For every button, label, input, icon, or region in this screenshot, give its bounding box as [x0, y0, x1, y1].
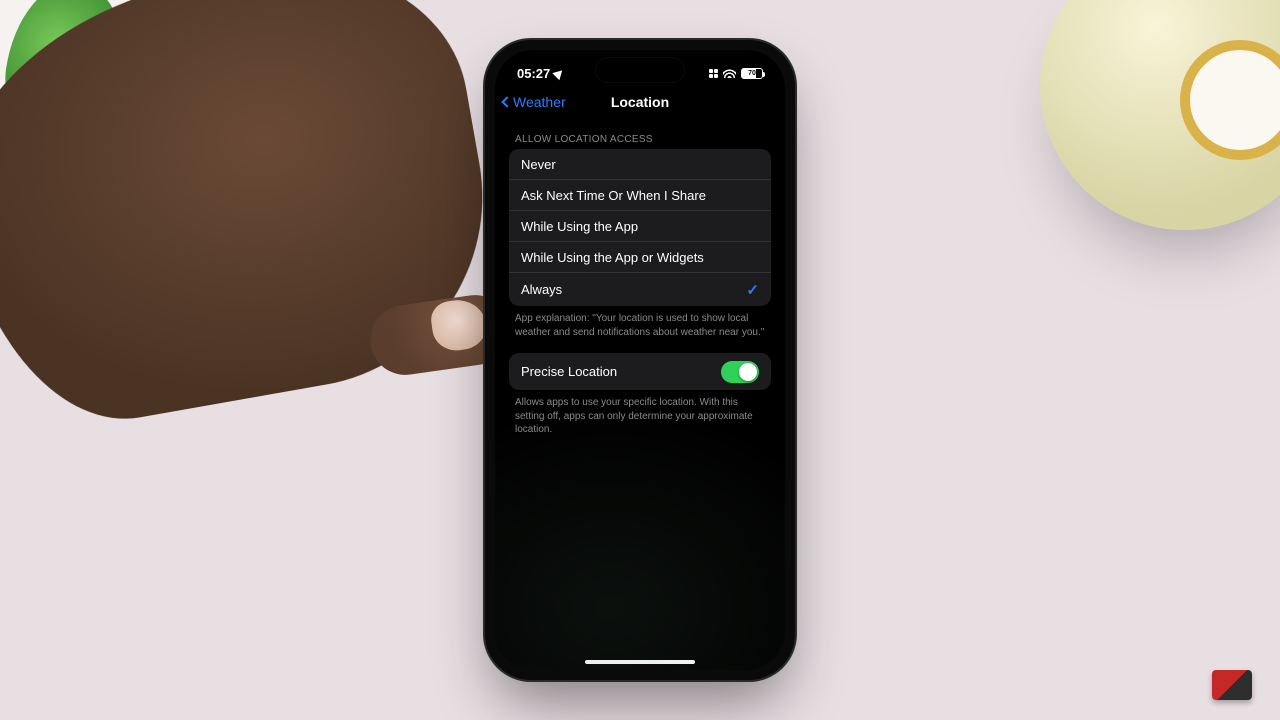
iphone-frame: 05:27 70 Weather Location ALLOW LOCATIO — [485, 40, 795, 680]
option-label: While Using the App — [521, 219, 638, 234]
option-label: Never — [521, 157, 556, 172]
section-header-allow-location: ALLOW LOCATION ACCESS — [515, 134, 765, 145]
option-label: Always — [521, 282, 562, 297]
settings-content: ALLOW LOCATION ACCESS Never Ask Next Tim… — [495, 118, 785, 437]
status-time: 05:27 — [517, 66, 550, 81]
desk-clock-prop — [1040, 0, 1280, 230]
option-label: While Using the App or Widgets — [521, 250, 704, 265]
battery-level: 70 — [748, 70, 756, 77]
clock-face — [1180, 40, 1280, 160]
battery-icon: 70 — [741, 68, 763, 79]
wifi-icon — [723, 68, 736, 78]
nav-bar: Weather Location — [495, 86, 785, 118]
precise-location-footer: Allows apps to use your specific locatio… — [515, 396, 765, 437]
iphone-screen: 05:27 70 Weather Location ALLOW LOCATIO — [495, 50, 785, 670]
precise-location-group: Precise Location — [509, 353, 771, 390]
page-title: Location — [611, 94, 669, 110]
option-while-using-app[interactable]: While Using the App — [509, 210, 771, 241]
option-never[interactable]: Never — [509, 149, 771, 179]
channel-badge — [1212, 670, 1252, 700]
cellular-icon — [709, 69, 718, 78]
home-indicator[interactable] — [585, 660, 695, 664]
precise-location-row[interactable]: Precise Location — [509, 353, 771, 390]
location-services-icon — [553, 66, 566, 79]
option-while-using-app-widgets[interactable]: While Using the App or Widgets — [509, 241, 771, 272]
option-label: Ask Next Time Or When I Share — [521, 188, 706, 203]
checkmark-icon: ✓ — [746, 281, 759, 299]
back-button[interactable]: Weather — [503, 86, 566, 118]
location-access-options: Never Ask Next Time Or When I Share Whil… — [509, 149, 771, 306]
option-always[interactable]: Always ✓ — [509, 272, 771, 306]
chevron-left-icon — [501, 96, 512, 107]
precise-location-label: Precise Location — [521, 364, 617, 379]
back-label: Weather — [513, 94, 566, 110]
hand-prop — [0, 0, 513, 442]
precise-location-toggle[interactable] — [721, 361, 759, 383]
dynamic-island — [596, 58, 684, 82]
option-ask-next-time[interactable]: Ask Next Time Or When I Share — [509, 179, 771, 210]
app-explanation-text: App explanation: "Your location is used … — [515, 312, 765, 339]
